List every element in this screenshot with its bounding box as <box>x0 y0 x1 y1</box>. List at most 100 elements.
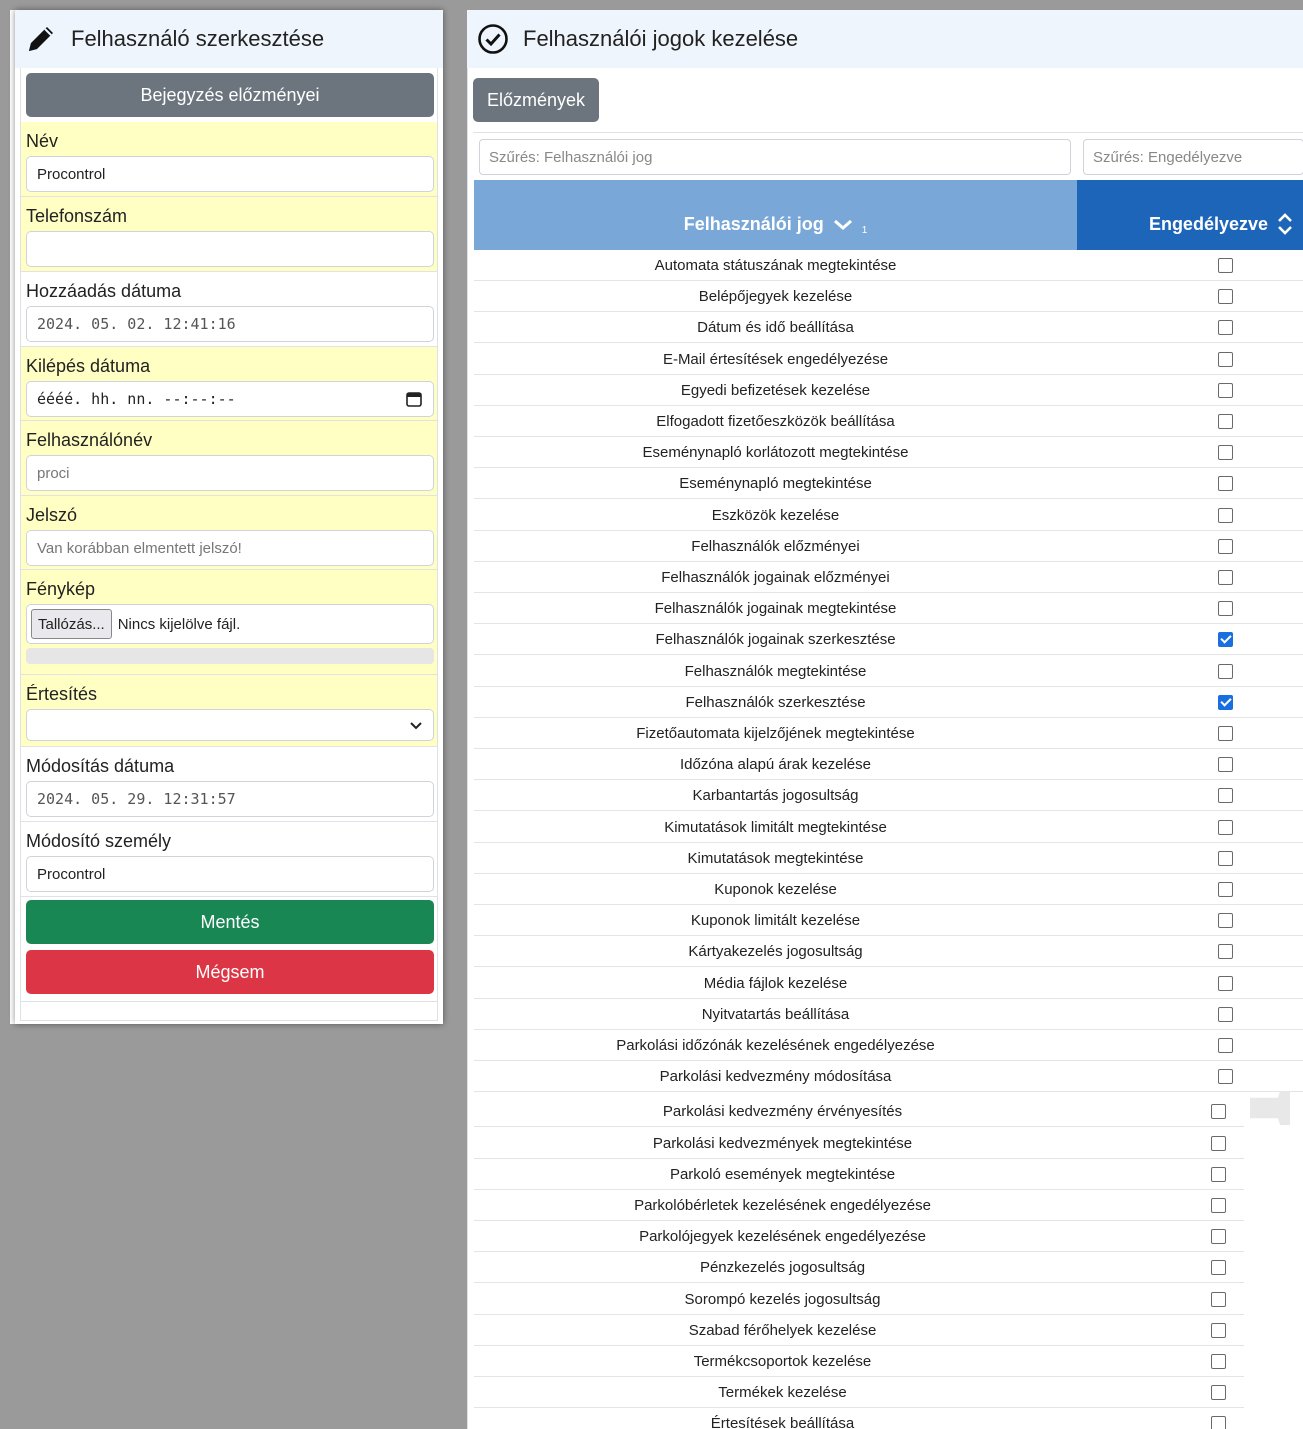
permission-label: Nyitvatartás beállítása <box>701 1005 850 1023</box>
sort-both-icon[interactable] <box>1276 211 1294 237</box>
password-input[interactable]: Van korábban elmentett jelszó! <box>26 530 434 566</box>
modifier-field-group: Módosító személy Procontrol <box>21 822 437 897</box>
sort-desc-icon[interactable] <box>832 216 854 232</box>
user-rights-body: Előzmények Szűrés: Felhasználói jog Szűr… <box>467 68 1303 1429</box>
table-row: Értesítések beállítása <box>474 1408 1244 1429</box>
phone-input[interactable] <box>26 231 434 267</box>
permission-checkbox[interactable] <box>1218 1038 1233 1053</box>
permission-checkbox[interactable] <box>1218 694 1233 710</box>
permission-checkbox[interactable] <box>1218 476 1233 492</box>
permission-label: Parkolási kedvezmény módosítása <box>659 1068 892 1086</box>
permission-checkbox[interactable] <box>1211 1229 1226 1245</box>
modified-date-label: Módosítás dátuma <box>26 756 175 776</box>
permission-label: Felhasználók jogainak előzményei <box>661 569 890 586</box>
username-input[interactable]: proci <box>26 455 434 491</box>
permission-checkbox[interactable] <box>1218 819 1233 835</box>
permission-checkbox[interactable] <box>1218 882 1233 897</box>
permission-checkbox[interactable] <box>1211 1198 1226 1213</box>
permission-checkbox[interactable] <box>1218 601 1233 617</box>
permission-checkbox[interactable] <box>1218 944 1233 960</box>
table-row: Felhasználók megtekintése <box>474 656 1303 687</box>
password-label: Jelszó <box>26 505 78 525</box>
history-button[interactable]: Előzmények <box>473 78 600 122</box>
notification-select[interactable] <box>26 709 434 741</box>
permission-checkbox[interactable] <box>1218 788 1233 804</box>
permission-checkbox[interactable] <box>1218 351 1233 367</box>
permission-checkbox[interactable] <box>1211 1416 1226 1429</box>
permission-checkbox[interactable] <box>1211 1354 1226 1369</box>
permission-label: Parkolójegyek kezelésének engedélyezése <box>639 1228 926 1246</box>
permission-label: Sorompó kezelés jogosultság <box>684 1290 881 1308</box>
permission-checkbox[interactable] <box>1218 632 1233 648</box>
name-label: Név <box>26 131 59 151</box>
permission-checkbox[interactable] <box>1218 507 1233 523</box>
table-row: Nyitvatartás beállítása <box>474 999 1303 1030</box>
name-input[interactable]: Procontrol <box>26 156 434 192</box>
modifier-input: Procontrol <box>26 856 434 892</box>
permission-checkbox[interactable] <box>1211 1291 1226 1307</box>
permission-label: Parkolási kedvezmény érvényesítés <box>662 1103 903 1121</box>
permission-checkbox[interactable] <box>1218 538 1233 554</box>
calendar-icon[interactable] <box>405 390 423 408</box>
permission-label: Kuponok kezelése <box>714 881 837 898</box>
permission-checkbox[interactable] <box>1218 570 1233 585</box>
permission-checkbox[interactable] <box>1218 975 1233 991</box>
browse-button[interactable]: Tallózás... <box>31 609 112 639</box>
filter-enabled-input[interactable]: Szűrés: Engedélyezve <box>1083 139 1303 175</box>
permission-label: Parkoló események megtekintése <box>669 1165 896 1183</box>
permission-checkbox[interactable] <box>1218 289 1233 305</box>
permission-label: Felhasználók megtekintése <box>684 662 867 680</box>
permission-checkbox[interactable] <box>1211 1166 1226 1182</box>
table-row: Felhasználók jogainak megtekintése <box>474 593 1303 625</box>
user-rights-title: Felhasználói jogok kezelése <box>523 26 799 51</box>
entry-history-button[interactable]: Bejegyzés előzményei <box>26 73 434 117</box>
permission-checkbox[interactable] <box>1218 320 1233 336</box>
permission-checkbox[interactable] <box>1211 1322 1226 1338</box>
permission-label: Parkolási kedvezmények megtekintése <box>652 1134 913 1152</box>
table-row: Termékek kezelése <box>474 1377 1244 1409</box>
exit-date-input[interactable]: éééé. hh. nn. --:--:-- <box>26 381 434 417</box>
table-row: Média fájlok kezelése <box>474 968 1303 999</box>
table-row: Eseménynapló megtekintése <box>474 468 1303 500</box>
save-button[interactable]: Mentés <box>26 900 434 944</box>
permission-checkbox[interactable] <box>1218 850 1233 866</box>
column-header-enabled[interactable]: Engedélyezve <box>1077 180 1303 250</box>
permission-checkbox[interactable] <box>1218 757 1233 773</box>
permission-checkbox[interactable] <box>1218 382 1233 398</box>
permission-checkbox[interactable] <box>1211 1104 1226 1120</box>
permission-checkbox[interactable] <box>1218 445 1233 461</box>
permission-checkbox[interactable] <box>1218 1069 1233 1085</box>
added-date-input: 2024. 05. 02. 12:41:16 <box>26 306 434 342</box>
permission-label: Automata státuszának megtekintése <box>654 257 897 274</box>
table-row: E-Mail értesítések engedélyezése <box>474 344 1303 375</box>
permission-label: Egyedi befizetések kezelése <box>680 381 871 399</box>
cancel-button[interactable]: Mégsem <box>26 950 434 994</box>
permission-checkbox[interactable] <box>1218 726 1233 741</box>
permission-checkbox[interactable] <box>1218 913 1233 929</box>
permission-label: Média fájlok kezelése <box>703 974 848 992</box>
name-field-group: Név Procontrol <box>21 122 437 197</box>
permission-checkbox[interactable] <box>1211 1135 1226 1151</box>
toolbar-divider <box>473 132 1303 133</box>
phone-label: Telefonszám <box>26 206 128 226</box>
permission-checkbox[interactable] <box>1211 1385 1226 1401</box>
permission-checkbox[interactable] <box>1218 414 1233 429</box>
permission-checkbox[interactable] <box>1211 1260 1226 1276</box>
filter-right-input[interactable]: Szűrés: Felhasználói jog <box>479 139 1071 175</box>
photo-file-input[interactable]: Tallózás... Nincs kijelölve fájl. <box>26 604 434 644</box>
table-row: Felhasználók jogainak szerkesztése <box>474 624 1303 656</box>
modified-date-field-group: Módosítás dátuma 2024. 05. 29. 12:31:57 <box>21 747 437 822</box>
permission-label: Szabad férőhelyek kezelése <box>688 1321 877 1339</box>
column-header-right-label: Felhasználói jog <box>683 213 824 234</box>
permission-checkbox[interactable] <box>1218 663 1233 679</box>
table-row: Eszközök kezelése <box>474 500 1303 531</box>
photo-label: Fénykép <box>26 579 96 599</box>
table-row: Parkolási kedvezmény érvényesítés <box>474 1096 1244 1128</box>
permission-checkbox[interactable] <box>1218 258 1233 273</box>
added-date-label: Hozzáadás dátuma <box>26 281 182 301</box>
permission-checkbox[interactable] <box>1218 1006 1233 1022</box>
table-row: Kimutatások megtekintése <box>474 843 1303 874</box>
table-row: Parkoló események megtekintése <box>474 1159 1244 1190</box>
added-date-field-group: Hozzáadás dátuma 2024. 05. 02. 12:41:16 <box>21 272 437 347</box>
column-header-right[interactable]: Felhasználói jog 1 <box>474 180 1077 250</box>
